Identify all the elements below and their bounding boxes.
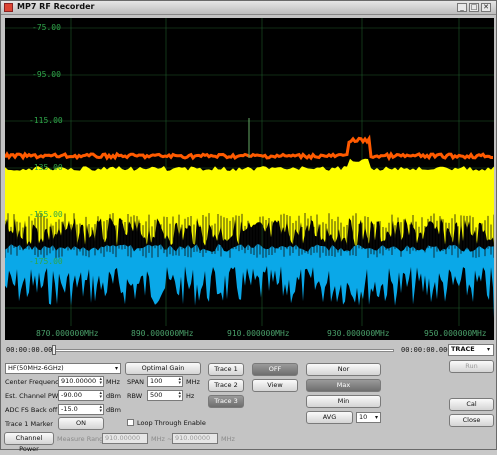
x-tick-label: 950.000000MHz bbox=[424, 329, 487, 338]
spectrum-canvas bbox=[5, 18, 494, 326]
span-label: SPAN bbox=[127, 378, 144, 386]
range-unit-2: MHz bbox=[221, 435, 235, 443]
y-tick-label: -155.00 bbox=[29, 210, 63, 219]
x-tick-label: 890.000000MHz bbox=[131, 329, 194, 338]
est-channel-power-unit: dBm bbox=[106, 392, 121, 400]
range-unit-1: MHz ~ bbox=[151, 435, 173, 443]
title-bar: MP7 RF Recorder _ □ ✕ bbox=[1, 1, 496, 15]
spinner-icon[interactable]: ▴ ▾ bbox=[178, 391, 181, 400]
y-tick-label: -115.00 bbox=[29, 116, 63, 125]
maximize-button[interactable]: □ bbox=[469, 3, 479, 12]
range-start-input[interactable]: 910.00000 bbox=[102, 433, 148, 444]
loop-through-checkbox[interactable] bbox=[127, 419, 134, 426]
x-tick-label: 930.000000MHz bbox=[327, 329, 390, 338]
center-frequency-input[interactable]: 910.00000 ▴ ▾ bbox=[58, 376, 104, 387]
close-window-button[interactable]: ✕ bbox=[481, 3, 491, 12]
center-frequency-value: 910.00000 bbox=[61, 377, 97, 385]
range-end-input[interactable]: 910.00000 bbox=[172, 433, 218, 444]
adc-backoff-input[interactable]: -15.0 ▴ ▾ bbox=[58, 404, 104, 415]
view-button[interactable]: View bbox=[252, 379, 298, 392]
chevron-down-icon: ▾ bbox=[374, 414, 378, 421]
avg-button[interactable]: AVG bbox=[306, 411, 353, 424]
rbw-input[interactable]: 500 ▴ ▾ bbox=[147, 390, 183, 401]
x-tick-label: 870.000000MHz bbox=[36, 329, 99, 338]
off-button[interactable]: OFF bbox=[252, 363, 298, 376]
chevron-down-icon: ▾ bbox=[114, 365, 118, 372]
adc-backoff-label: ADC FS Back off bbox=[5, 406, 58, 414]
chevron-down-icon: ▾ bbox=[486, 346, 490, 353]
trace-mode-value: TRACE bbox=[451, 345, 475, 353]
rbw-label: RBW bbox=[127, 392, 143, 400]
y-tick-label: -135.00 bbox=[29, 163, 63, 172]
timeline-bar: 00:00:00.000 00:00:00.000 TRACE ▾ bbox=[1, 343, 497, 357]
min-button[interactable]: Min bbox=[306, 395, 381, 408]
span-value: 100 bbox=[150, 377, 163, 385]
optimal-gain-button[interactable]: Optimal Gain bbox=[125, 362, 201, 375]
marker-on-button[interactable]: ON bbox=[58, 417, 104, 430]
spectrum-plot[interactable]: -75.00 -95.00 -115.00 -135.00 -155.00 -1… bbox=[5, 18, 494, 340]
trace1-button[interactable]: Trace 1 bbox=[208, 363, 244, 376]
trace-blue bbox=[5, 244, 494, 318]
est-channel-power-input[interactable]: -90.00 ▴ ▾ bbox=[58, 390, 104, 401]
y-tick-label: -175.00 bbox=[29, 257, 63, 266]
loop-through-label: Loop Through Enable bbox=[137, 419, 206, 427]
cal-button[interactable]: Cal bbox=[449, 398, 494, 411]
band-select[interactable]: HF(50MHz-6GHz) ▾ bbox=[5, 363, 121, 374]
y-tick-label: -75.00 bbox=[32, 23, 61, 32]
rbw-unit: Hz bbox=[186, 392, 195, 400]
rbw-value: 500 bbox=[150, 391, 163, 399]
max-button[interactable]: Max bbox=[306, 379, 381, 392]
est-channel-power-value: -90.00 bbox=[61, 391, 82, 399]
spinner-icon[interactable]: ▴ ▾ bbox=[99, 405, 102, 414]
timeline-slider[interactable] bbox=[54, 349, 394, 352]
span-unit: MHz bbox=[186, 378, 200, 386]
avg-count-select[interactable]: 10 ▾ bbox=[356, 412, 381, 423]
center-frequency-unit: MHz bbox=[106, 378, 120, 386]
timeline-slider-thumb[interactable] bbox=[52, 345, 56, 355]
app-icon bbox=[4, 3, 13, 12]
measure-range-label: Measure Range bbox=[57, 435, 108, 443]
trace2-button[interactable]: Trace 2 bbox=[208, 379, 244, 392]
timeline-start: 00:00:00.000 bbox=[6, 346, 57, 354]
spinner-icon[interactable]: ▴ ▾ bbox=[178, 377, 181, 386]
range-end-value: 910.00000 bbox=[175, 434, 211, 442]
minimize-button[interactable]: _ bbox=[457, 3, 467, 12]
center-frequency-label: Center Frequency bbox=[5, 378, 63, 386]
run-button[interactable]: Run bbox=[449, 360, 494, 373]
close-button[interactable]: Close bbox=[449, 414, 494, 427]
range-start-value: 910.00000 bbox=[105, 434, 141, 442]
spinner-icon[interactable]: ▴ ▾ bbox=[99, 377, 102, 386]
trace3-button[interactable]: Trace 3 bbox=[208, 395, 244, 408]
channel-power-button[interactable]: Channel Power bbox=[4, 432, 54, 453]
adc-backoff-value: -15.0 bbox=[61, 405, 78, 413]
nor-button[interactable]: Nor bbox=[306, 363, 381, 376]
span-input[interactable]: 100 ▴ ▾ bbox=[147, 376, 183, 387]
trace-marker-label: Trace 1 Marker bbox=[5, 420, 53, 428]
trace-mode-select[interactable]: TRACE ▾ bbox=[448, 344, 494, 356]
band-value: HF(50MHz-6GHz) bbox=[8, 364, 64, 372]
window-title: MP7 RF Recorder bbox=[17, 2, 95, 11]
x-tick-label: 910.000000MHz bbox=[227, 329, 290, 338]
avg-count-value: 10 bbox=[359, 413, 368, 421]
spinner-icon[interactable]: ▴ ▾ bbox=[99, 391, 102, 400]
app-window: MP7 RF Recorder _ □ ✕ -75.00 -95.00 -115… bbox=[0, 0, 497, 453]
trace-yellow bbox=[5, 158, 494, 248]
adc-backoff-unit: dBm bbox=[106, 406, 121, 414]
est-channel-power-label: Est. Channel PWR bbox=[5, 392, 63, 400]
timeline-end: 00:00:00.000 bbox=[401, 346, 452, 354]
y-tick-label: -95.00 bbox=[32, 70, 61, 79]
